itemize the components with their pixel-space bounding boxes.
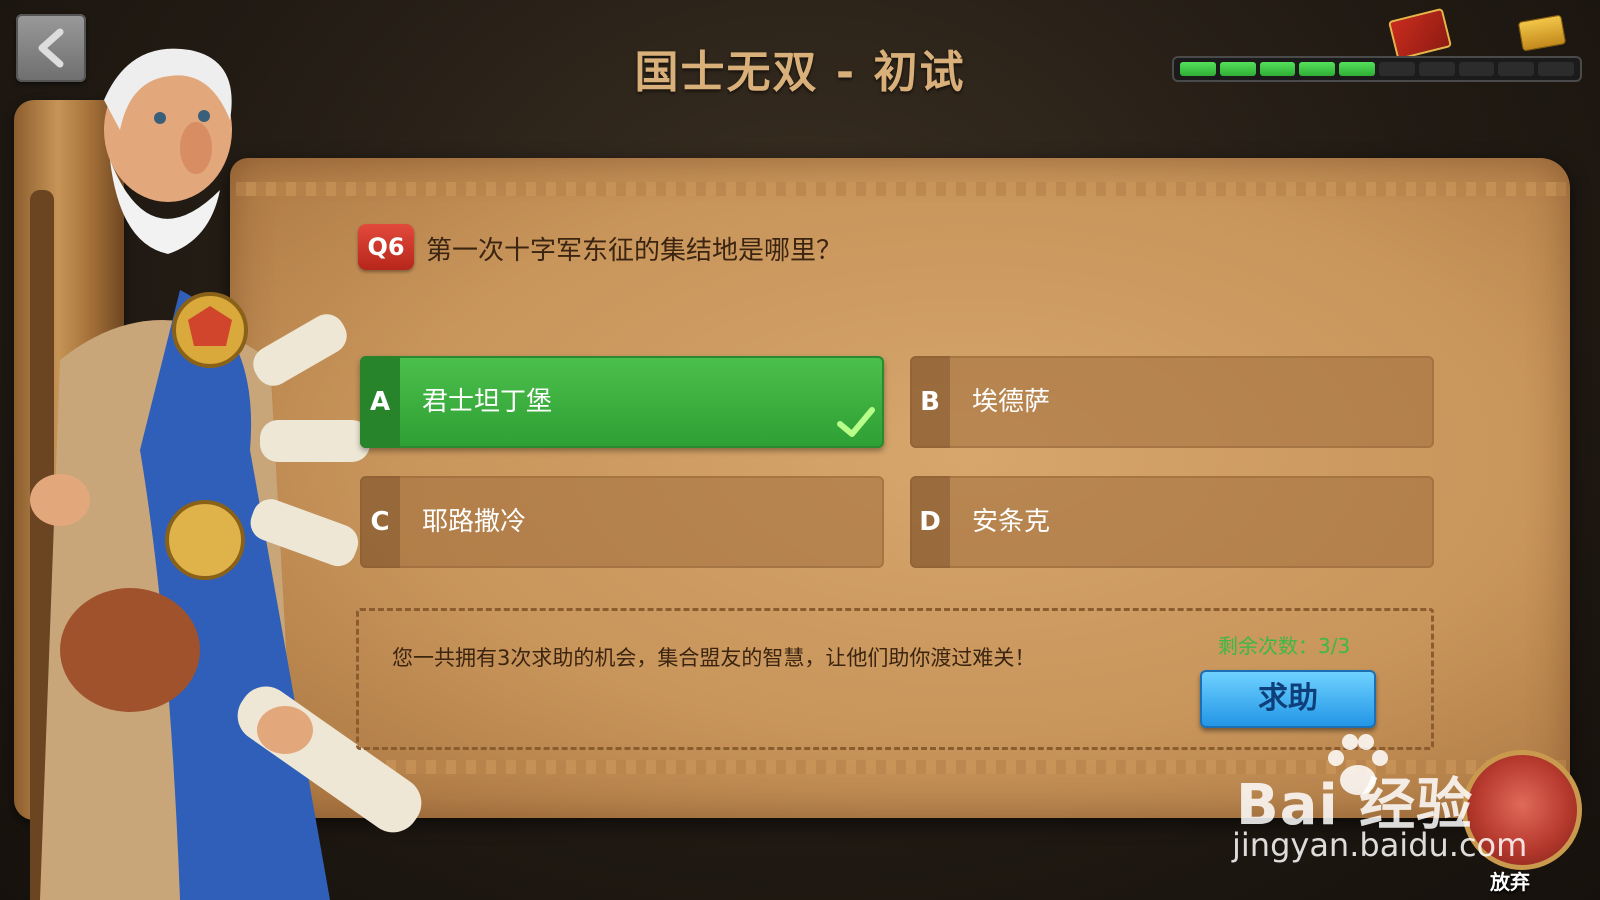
scholar-character (30, 48, 422, 900)
help-description: 您一共拥有3次求助的机会，集合盟友的智慧，让他们助你渡过难关！ (392, 646, 1036, 670)
progress-segment (1259, 62, 1296, 76)
option-label: 君士坦丁堡 (422, 387, 553, 417)
checkmark-icon (837, 407, 875, 437)
option-c[interactable]: C 耶路撒冷 (360, 476, 884, 568)
progress-segment (1339, 62, 1375, 76)
progress-segment (1498, 62, 1535, 76)
option-letter: B (910, 356, 950, 448)
progress-segment (1458, 62, 1495, 76)
question-text: 第一次十字军东征的集结地是哪里？ (426, 236, 843, 266)
option-label: 埃德萨 (972, 387, 1051, 417)
option-letter: A (360, 356, 400, 448)
progress-segment (1219, 62, 1256, 76)
question-number-badge: Q6 (358, 224, 414, 270)
progress-segment (1378, 62, 1415, 76)
help-button[interactable]: 求助 (1200, 670, 1376, 728)
option-letter: D (910, 476, 950, 568)
option-label: 耶路撒冷 (422, 507, 527, 537)
progress-segment (1538, 62, 1574, 76)
progress-segment (1418, 62, 1455, 76)
option-b[interactable]: B 埃德萨 (910, 356, 1434, 448)
help-remaining-count: 剩余次数：3/3 (1218, 634, 1351, 658)
abandon-label: 放弃 (1490, 870, 1530, 894)
option-d[interactable]: D 安条克 (910, 476, 1434, 568)
watermark-url: jingyan.baidu.com (1232, 826, 1528, 864)
progress-segment (1299, 62, 1336, 76)
quiz-progress-bar (1172, 56, 1582, 82)
progress-segment (1180, 62, 1216, 76)
option-letter: C (360, 476, 400, 568)
option-label: 安条克 (972, 507, 1051, 537)
option-a[interactable]: A 君士坦丁堡 (360, 356, 884, 448)
